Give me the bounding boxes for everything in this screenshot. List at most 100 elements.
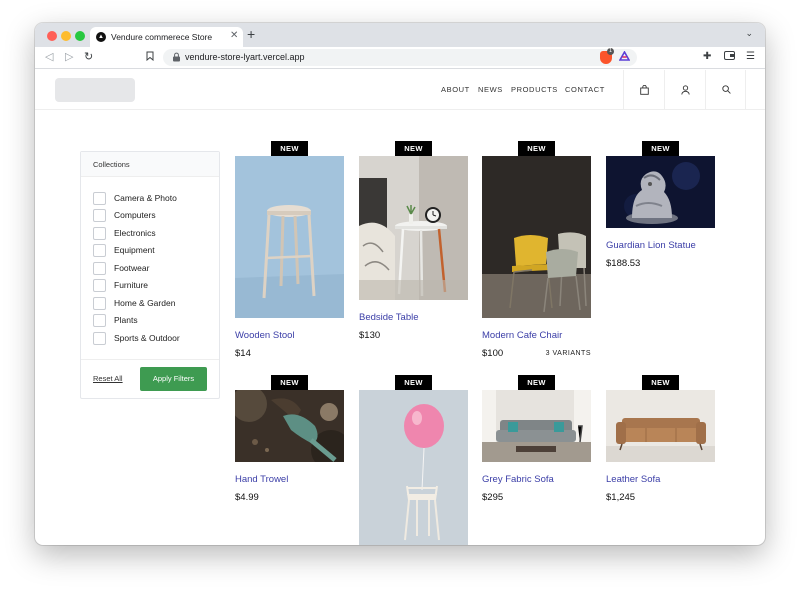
filters-title: Collections (81, 152, 219, 177)
filter-label: Camera & Photo (114, 193, 177, 203)
collections-filter-panel: Collections Camera & Photo Computers Ele… (80, 151, 220, 399)
nav-contact[interactable]: CONTACT (565, 85, 605, 94)
new-badge: NEW (395, 141, 432, 156)
brave-rewards-icon[interactable] (618, 50, 631, 66)
product-price: $100 (482, 348, 504, 359)
filter-label: Footwear (114, 263, 150, 273)
filter-footwear[interactable]: Footwear (93, 261, 149, 275)
vendure-favicon-icon: ▲ (96, 32, 106, 42)
variants-count: 3 VARIANTS (545, 350, 591, 357)
filter-label: Electronics (114, 228, 156, 238)
site-header: ABOUT NEWS PRODUCTS CONTACT (35, 70, 765, 110)
filter-label: Plants (114, 315, 138, 325)
product-name[interactable]: Hand Trowel (235, 474, 288, 485)
product-price: $1,245 (606, 492, 636, 503)
product-name[interactable]: Bedside Table (359, 312, 419, 323)
product-image[interactable] (606, 390, 715, 462)
product-image[interactable] (235, 390, 344, 462)
back-icon[interactable]: ◁ (45, 50, 53, 64)
checkbox[interactable] (93, 243, 106, 257)
product-image[interactable] (606, 156, 715, 228)
product-name[interactable]: Grey Fabric Sofa (482, 474, 554, 485)
filter-plants[interactable]: Plants (93, 313, 138, 327)
tab-strip: ▲ Vendure commerece Store ✕ + ⌄ (35, 23, 765, 47)
new-badge: NEW (271, 375, 308, 390)
nav-news[interactable]: NEWS (478, 85, 503, 94)
filter-equipment[interactable]: Equipment (93, 243, 155, 257)
address-bar[interactable]: vendure-store-lyart.vercel.app (163, 49, 637, 66)
reload-icon[interactable]: ↻ (84, 50, 93, 64)
bag-icon (640, 85, 649, 95)
checkbox[interactable] (93, 208, 106, 222)
maximize-window-button[interactable] (75, 31, 85, 41)
checkbox[interactable] (93, 191, 106, 205)
shield-count-badge: 1 (607, 48, 615, 55)
filter-camera-photo[interactable]: Camera & Photo (93, 191, 177, 205)
new-badge: NEW (518, 375, 555, 390)
brave-shield-icon[interactable]: 1 (600, 48, 615, 64)
filter-sports-outdoor[interactable]: Sports & Outdoor (93, 331, 180, 345)
filter-label: Computers (114, 210, 156, 220)
product-image[interactable] (482, 390, 591, 462)
new-badge: NEW (395, 375, 432, 390)
tab-active[interactable]: ▲ Vendure commerece Store ✕ (90, 27, 243, 47)
new-tab-button[interactable]: + (247, 26, 255, 42)
new-badge: NEW (642, 141, 679, 156)
product-name[interactable]: Leather Sofa (606, 474, 660, 485)
filter-label: Home & Garden (114, 298, 176, 308)
forward-icon[interactable]: ▷ (65, 50, 73, 64)
browser-toolbar: ◁ ▷ ↻ vendure-store-lyart.vercel.app 1 ✚… (35, 47, 765, 69)
cart-button[interactable] (623, 70, 664, 110)
product-image[interactable] (359, 156, 468, 300)
filter-furniture[interactable]: Furniture (93, 278, 148, 292)
filter-electronics[interactable]: Electronics (93, 226, 156, 240)
checkbox[interactable] (93, 261, 106, 275)
apply-filters-button[interactable]: Apply Filters (140, 367, 207, 391)
product-price: $188.53 (606, 258, 641, 269)
product-name[interactable]: Modern Cafe Chair (482, 330, 562, 341)
tab-search-chevron-icon[interactable]: ⌄ (745, 28, 753, 39)
checkbox[interactable] (93, 296, 106, 310)
search-icon (722, 85, 731, 94)
lock-icon (173, 52, 180, 62)
menu-icon[interactable]: ☰ (746, 50, 755, 64)
filter-label: Sports & Outdoor (114, 333, 180, 343)
new-badge: NEW (642, 375, 679, 390)
product-price: $4.99 (235, 492, 259, 503)
tab-title: Vendure commerece Store (111, 32, 213, 42)
product-price: $295 (482, 492, 504, 503)
product-price: $130 (359, 330, 381, 341)
extensions-icon[interactable]: ✚ (703, 50, 711, 64)
close-window-button[interactable] (47, 31, 57, 41)
checkbox[interactable] (93, 313, 106, 327)
divider (81, 359, 219, 360)
logo[interactable] (55, 78, 135, 102)
checkbox[interactable] (93, 278, 106, 292)
product-name[interactable]: Guardian Lion Statue (606, 240, 696, 251)
product-image[interactable] (235, 156, 344, 318)
filter-computers[interactable]: Computers (93, 208, 156, 222)
checkbox[interactable] (93, 226, 106, 240)
filter-label: Furniture (114, 280, 149, 290)
account-button[interactable] (664, 70, 705, 110)
new-badge: NEW (518, 141, 555, 156)
checkbox[interactable] (93, 331, 106, 345)
wallet-icon[interactable] (724, 51, 735, 65)
nav-about[interactable]: ABOUT (441, 85, 470, 94)
minimize-window-button[interactable] (61, 31, 71, 41)
new-badge: NEW (271, 141, 308, 156)
bookmark-icon[interactable] (146, 51, 154, 65)
filter-home-garden[interactable]: Home & Garden (93, 296, 175, 310)
product-image[interactable] (359, 390, 468, 545)
url-text: vendure-store-lyart.vercel.app (185, 52, 305, 62)
filter-label: Equipment (114, 245, 155, 255)
nav-products[interactable]: PRODUCTS (511, 85, 558, 94)
browser-window: ▲ Vendure commerece Store ✕ + ⌄ ◁ ▷ ↻ ve… (35, 23, 765, 545)
user-icon (681, 85, 690, 95)
product-image[interactable] (482, 156, 591, 318)
reset-all-button[interactable]: Reset All (93, 374, 123, 383)
product-price: $14 (235, 348, 251, 359)
search-button[interactable] (705, 70, 746, 110)
tab-close-icon[interactable]: ✕ (230, 30, 238, 41)
product-name[interactable]: Wooden Stool (235, 330, 295, 341)
